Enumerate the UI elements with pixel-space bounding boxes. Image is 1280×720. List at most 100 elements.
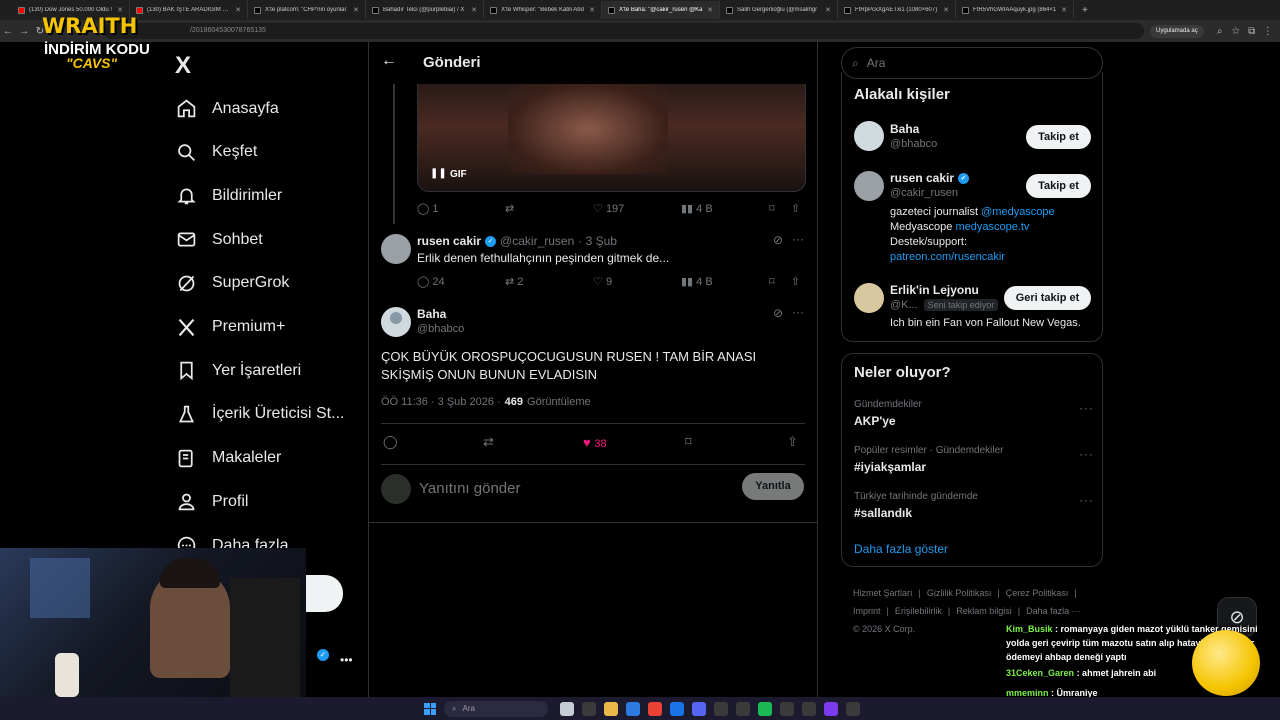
browser-tab[interactable]: FtRpPcxXgAETxi1 (1080×607) ✕ [838,1,956,19]
zoom-icon[interactable]: ⌕ [1212,26,1228,37]
nav-item-9[interactable]: Makaleler [176,448,281,469]
taskbar-app-icon[interactable] [626,701,640,716]
forward-icon[interactable]: → [16,26,32,37]
avatar[interactable] [381,234,411,264]
close-tab-icon[interactable]: ✕ [117,6,123,14]
bookmark-icon[interactable]: ⌑ [685,434,787,450]
person-name[interactable]: Baha [890,122,919,136]
menu-icon[interactable]: ⋮ [1260,26,1276,37]
footer-link[interactable]: Çerez Politikası [1006,584,1069,602]
taskbar-app-icon[interactable] [582,701,596,716]
back-arrow-icon[interactable]: ← [381,52,397,70]
follow-button[interactable]: Takip et [1026,125,1091,149]
footer-link[interactable]: Imprint [853,602,881,620]
person-handle[interactable]: @bhabco [890,138,937,150]
nav-item-3[interactable]: Bildirimler [176,185,282,206]
more-icon[interactable]: ··· [1079,447,1094,461]
reply-button[interactable]: Yanıtla [742,473,804,500]
reply-action[interactable]: ◯ 24 [417,275,505,288]
avatar[interactable] [381,307,411,337]
new-tab-icon[interactable]: + [1082,5,1088,16]
browser-tab[interactable]: X'te Baha: "@cakir_rusen @Ka ✕ [602,1,720,19]
person-handle[interactable]: @cakir_rusen [890,187,958,199]
footer-link[interactable]: Daha fazla ··· [1026,602,1081,620]
nav-item-4[interactable]: Sohbet [176,229,263,250]
like-action[interactable]: ♡ 197 [593,202,681,215]
extensions-icon[interactable]: ⧉ [1244,26,1260,37]
person-name[interactable]: Erlik'in Lejyonu [890,283,979,297]
browser-tab[interactable]: (130) BAK İŞTE ARADIĞIM OYU ✕ [130,1,248,19]
footer-link[interactable]: © 2026 X Corp. [853,620,915,638]
bookmark-icon[interactable]: ⌑ [769,275,791,288]
close-tab-icon[interactable]: ✕ [353,6,359,14]
taskbar-app-icon[interactable] [714,701,728,716]
taskbar-app-icon[interactable] [692,701,706,716]
avatar[interactable] [854,121,884,151]
x-logo-icon[interactable]: X [175,52,191,80]
tweet-time[interactable]: · 3 Şub [578,234,617,248]
taskbar-app-icon[interactable] [802,701,816,716]
gif-media[interactable]: ❚❚ GIF [417,84,806,192]
taskbar-app-icon[interactable] [824,701,838,716]
browser-tab[interactable]: FtR5VhGWIAAquyk.jpg (864×1 ✕ [956,1,1074,19]
browser-tab[interactable]: X'te Whisper: "Bebek Katili Abd ✕ [484,1,602,19]
follow-button[interactable]: Takip et [1026,174,1091,198]
reply-icon[interactable]: ◯ [383,434,483,450]
person-name[interactable]: rusen cakir [890,171,954,185]
bookmark-icon[interactable]: ⌑ [769,202,791,215]
taskbar-search[interactable]: ⌕ Ara [444,700,548,717]
person-handle[interactable]: @K... [890,299,918,311]
account-more-icon[interactable]: ••• [340,653,353,667]
nav-item-7[interactable]: Yer İşaretleri [176,360,301,381]
close-tab-icon[interactable]: ✕ [943,6,949,14]
open-in-app-button[interactable]: Uygulamada aç [1150,24,1204,38]
back-icon[interactable]: ← [0,26,16,37]
like-action[interactable]: ♡ 9 [593,275,681,288]
nav-item-2[interactable]: Keşfet [176,142,257,163]
search-input[interactable]: Ara [867,56,886,70]
avatar[interactable] [854,171,884,201]
post-button-partial[interactable] [306,575,343,612]
repost-icon[interactable]: ⇄ [505,202,593,215]
bio-link[interactable]: patreon.com/rusencakir [890,250,1055,265]
more-icon[interactable]: ··· [792,232,804,246]
taskbar-app-icon[interactable] [780,701,794,716]
footer-link[interactable]: Reklam bilgisi [956,602,1012,620]
taskbar-app-icon[interactable] [604,701,618,716]
share-icon[interactable]: ⇧ [791,202,800,215]
address-bar[interactable]: /2018604530078765135 [104,23,1144,39]
reply-input[interactable]: Yanıtını gönder [419,480,520,497]
close-tab-icon[interactable]: ✕ [471,6,477,14]
close-tab-icon[interactable]: ✕ [825,6,831,14]
reply-action[interactable]: ◯ 1 [417,202,505,215]
bio-link[interactable]: @medyascope [981,206,1055,218]
more-icon[interactable]: ··· [1079,401,1094,415]
footer-link[interactable]: Erişilebilirlik [895,602,942,620]
footer-link[interactable]: Hizmet Şartları [853,584,913,602]
share-icon[interactable]: ⇧ [787,434,798,450]
avatar[interactable] [854,283,884,313]
follow-back-button[interactable]: Geri takip et [1004,286,1091,310]
star-icon[interactable]: ☆ [1228,26,1244,37]
nav-item-6[interactable]: Premium+ [176,317,285,338]
my-avatar[interactable] [381,474,411,504]
trend-item[interactable]: Türkiye tarihinde gündemde #sallandık ··… [854,491,1094,520]
views-action[interactable]: ▮▮ 4 B [681,202,769,215]
footer-link[interactable]: Gizlilik Politikası [927,584,992,602]
share-icon[interactable]: ⇧ [791,275,800,288]
nav-item-8[interactable]: İçerik Üreticisi St... [176,404,344,425]
nav-item-1[interactable]: Anasayfa [176,98,279,119]
pause-icon[interactable]: ❚❚ [430,168,447,179]
close-tab-icon[interactable]: ✕ [589,6,595,14]
nav-item-10[interactable]: Profil [176,491,248,512]
taskbar-app-icon[interactable] [670,701,684,716]
windows-start-icon[interactable] [424,702,436,715]
author-handle[interactable]: @bhabco [417,323,464,335]
bio-link[interactable]: medyascope.tv [955,221,1029,233]
author-handle[interactable]: @cakir_rusen [500,234,574,248]
grok-icon[interactable]: ⊘ [773,306,783,320]
views-action[interactable]: ▮▮ 4 B [681,275,769,288]
taskbar-app-icon[interactable] [846,701,860,716]
taskbar-app-icon[interactable] [758,701,772,716]
grok-icon[interactable]: ⊘ [773,233,783,247]
